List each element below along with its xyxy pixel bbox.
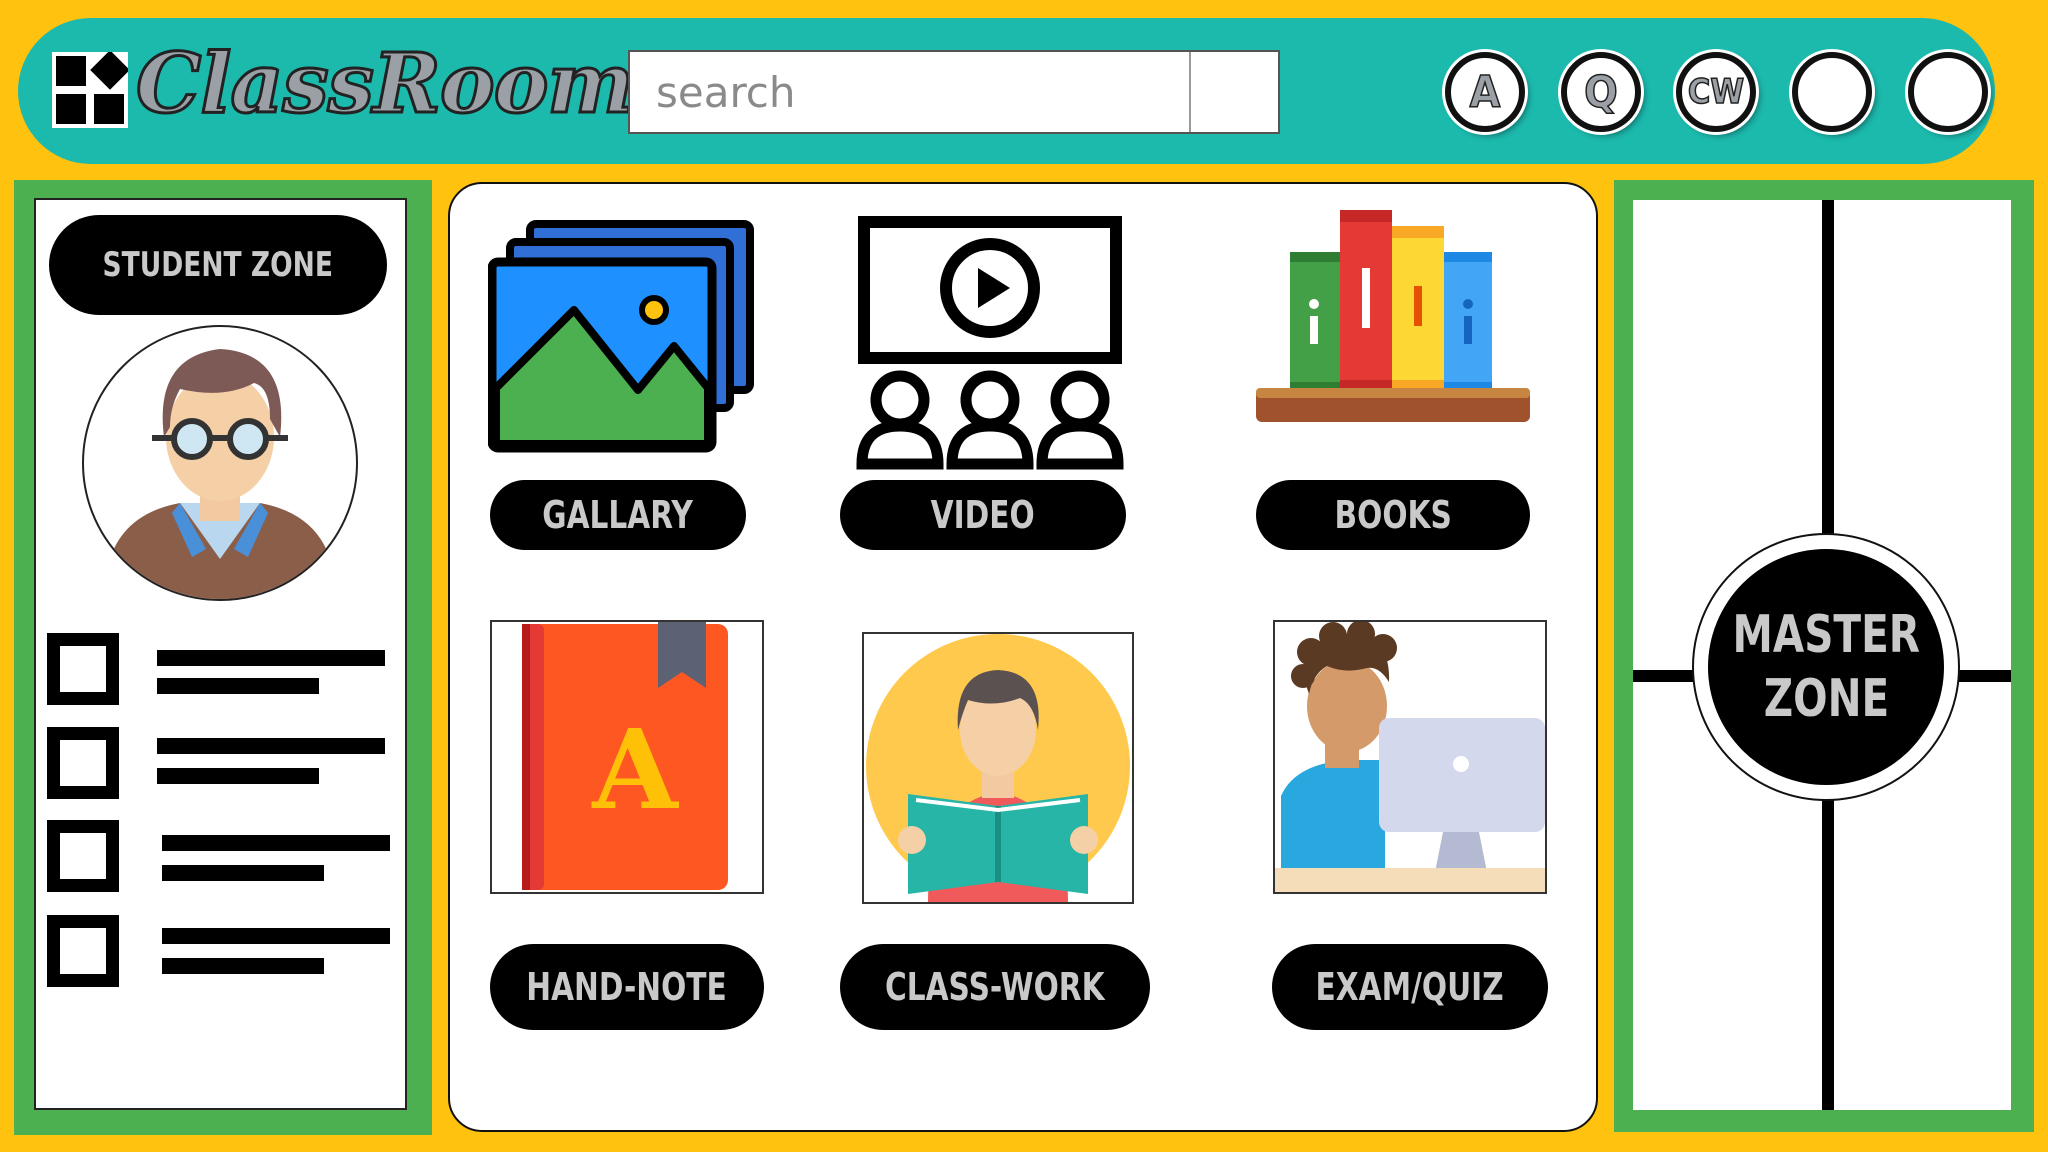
header-button-5[interactable] [1908, 52, 1988, 132]
text-line [162, 865, 324, 881]
text-line [162, 928, 390, 944]
class-work-label: CLASS-WORK [885, 965, 1105, 1009]
checkbox-1[interactable] [47, 633, 119, 705]
gallery-label: GALLARY [542, 493, 694, 537]
quiz-button[interactable]: Q [1561, 52, 1641, 132]
master-zone-label-line1: MASTER [1732, 605, 1920, 665]
checkbox-3[interactable] [47, 820, 119, 892]
computer-student-icon[interactable] [1273, 620, 1547, 894]
books-button[interactable]: BOOKS [1256, 480, 1530, 550]
student-zone-button[interactable]: STUDENT ZONE [49, 215, 387, 315]
checkbox-2[interactable] [47, 727, 119, 799]
exam-quiz-button[interactable]: EXAM/QUIZ [1272, 944, 1548, 1030]
books-label: BOOKS [1334, 493, 1452, 537]
hand-note-label: HAND-NOTE [526, 965, 728, 1009]
header-button-4[interactable] [1792, 52, 1872, 132]
text-line [157, 650, 385, 666]
books-icon[interactable] [1254, 206, 1532, 424]
text-line [162, 958, 324, 974]
search-input[interactable] [630, 52, 1190, 132]
text-line [157, 678, 319, 694]
text-line [157, 738, 385, 754]
gallery-icon[interactable] [487, 218, 766, 458]
classwork-button[interactable]: CW [1676, 52, 1756, 132]
checkbox-4[interactable] [47, 915, 119, 987]
gallery-button[interactable]: GALLARY [490, 480, 746, 550]
text-line [157, 768, 319, 784]
answers-button[interactable]: A [1445, 52, 1525, 132]
master-zone-core: MASTER ZONE [1708, 549, 1944, 785]
master-zone-button[interactable]: MASTER ZONE [1692, 533, 1960, 801]
video-label: VIDEO [930, 493, 1036, 537]
class-work-button[interactable]: CLASS-WORK [840, 944, 1150, 1030]
master-zone-label-line2: ZONE [1763, 669, 1889, 729]
student-zone-label: STUDENT ZONE [102, 245, 334, 285]
video-class-icon[interactable] [852, 212, 1128, 474]
reading-student-icon[interactable] [862, 632, 1134, 904]
text-line [162, 835, 390, 851]
app-title: ClassRoom [134, 35, 635, 134]
search-button[interactable] [1191, 52, 1278, 132]
logo-icon [52, 50, 130, 128]
exam-quiz-label: EXAM/QUIZ [1315, 965, 1505, 1009]
notebook-icon[interactable]: A [490, 620, 764, 894]
search-bar [628, 50, 1280, 134]
svg-text:A: A [591, 705, 679, 834]
student-avatar [82, 325, 358, 601]
video-button[interactable]: VIDEO [840, 480, 1126, 550]
hand-note-button[interactable]: HAND-NOTE [490, 944, 764, 1030]
